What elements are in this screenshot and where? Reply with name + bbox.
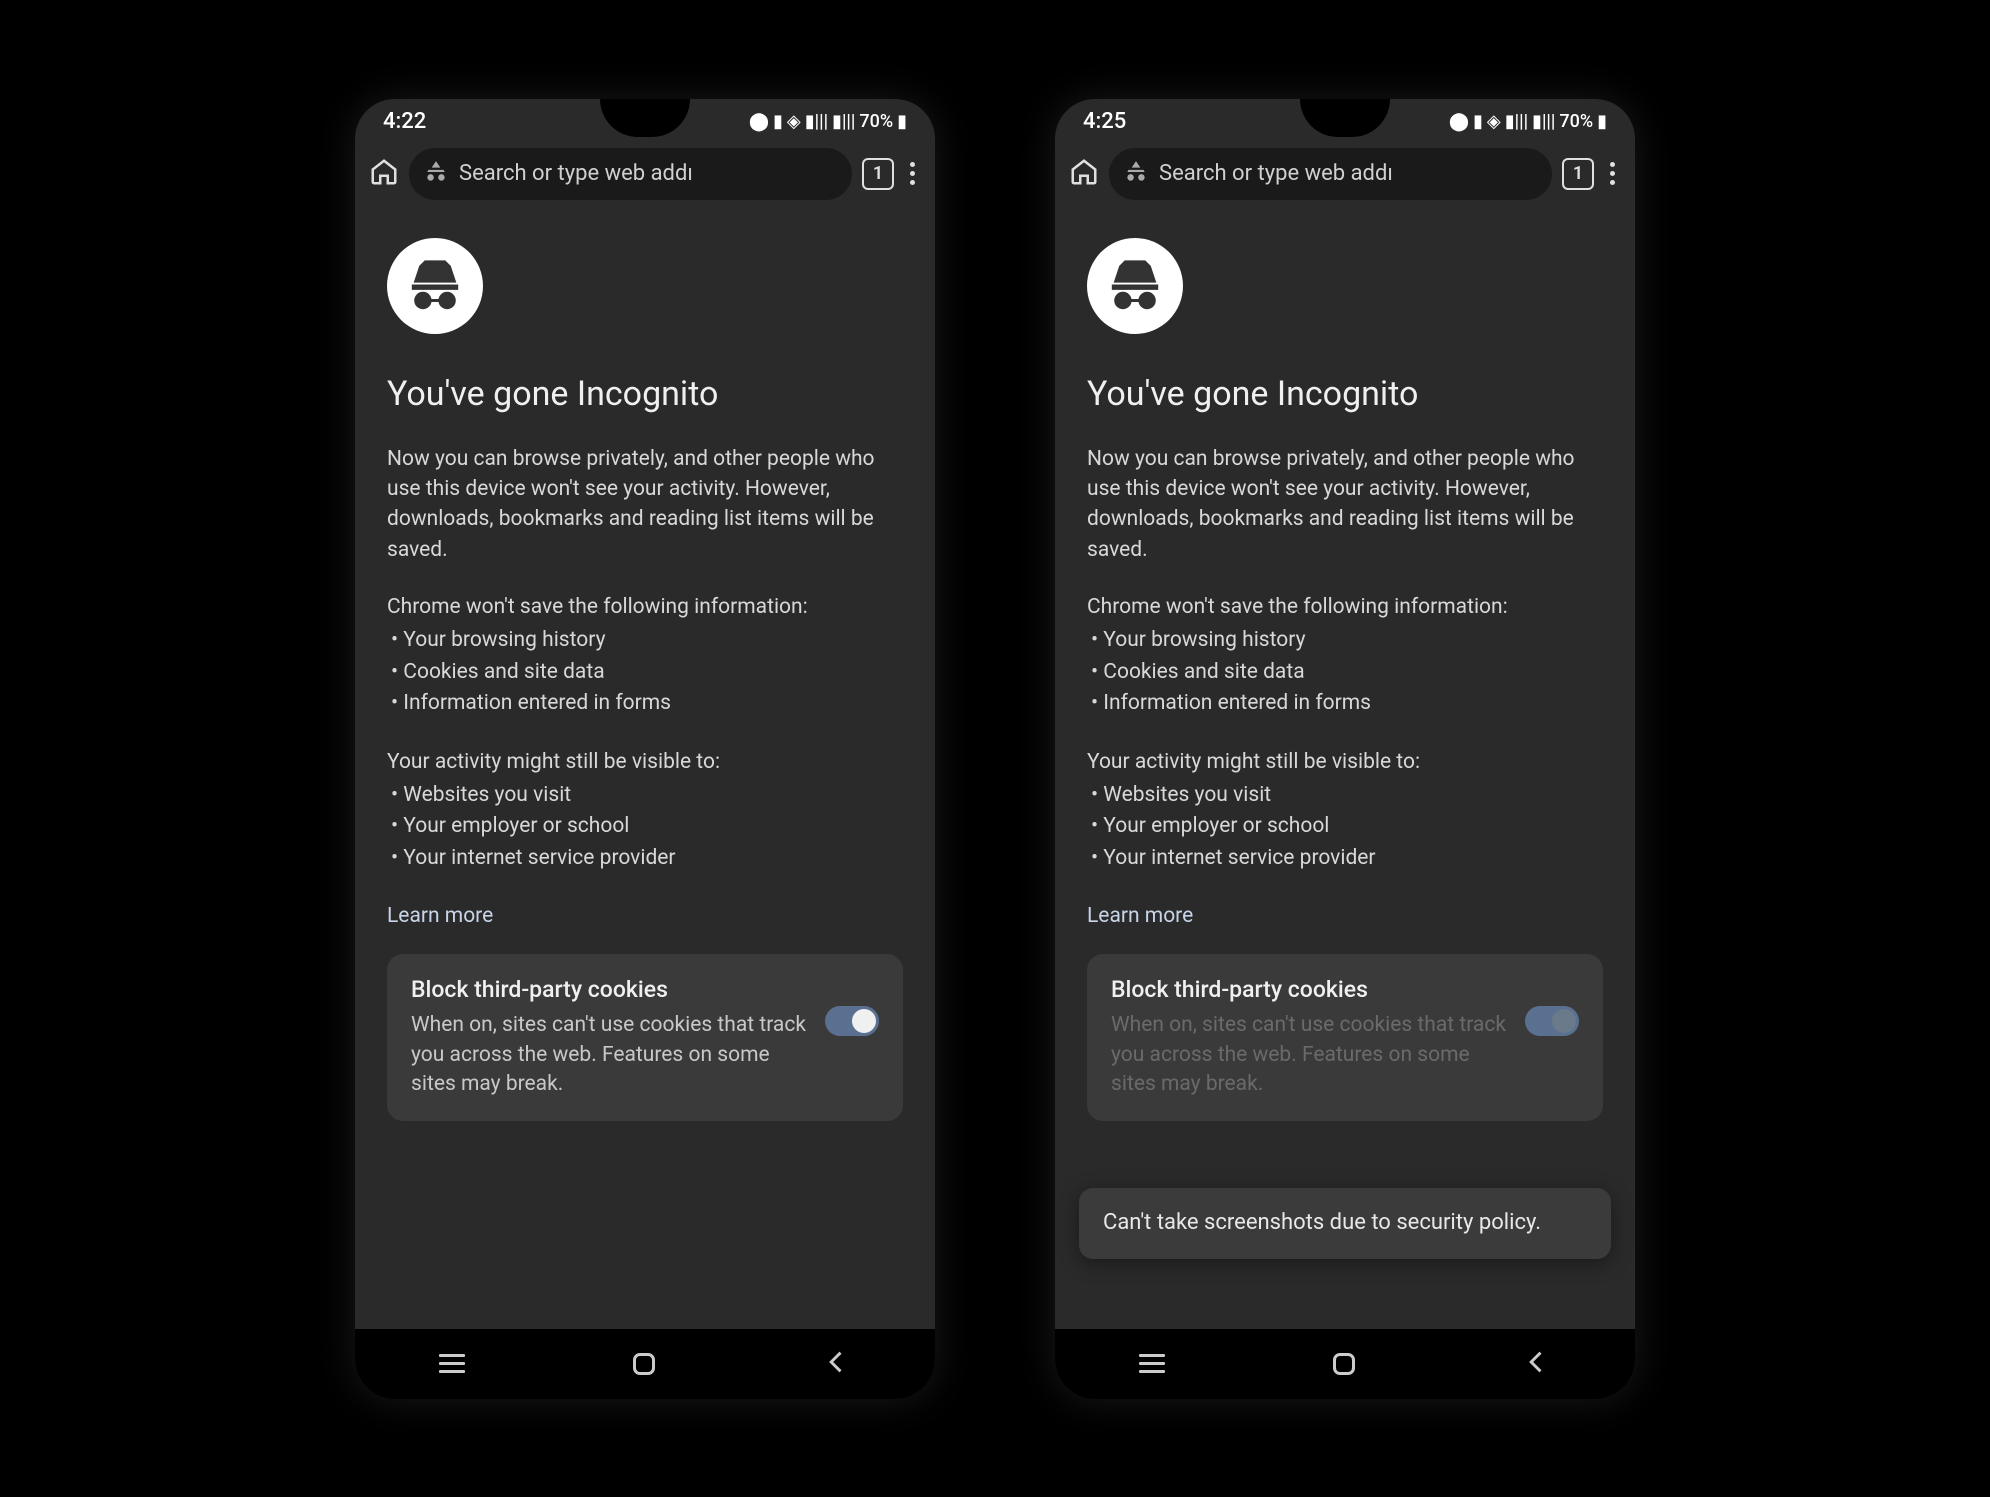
list-item: Your internet service provider — [391, 843, 903, 875]
list-item: Your internet service provider — [1091, 843, 1603, 875]
incognito-page: You've gone Incognito Now you can browse… — [355, 208, 935, 1142]
battery-text: 70% — [1559, 111, 1593, 132]
card-title: Block third-party cookies — [411, 976, 809, 1003]
signal-icon: ▮||| — [1505, 111, 1528, 132]
phone-right: 4:25 ⬤ ▮ ◈ ▮||| ▮||| 70% ▮ Search or typ… — [1055, 99, 1635, 1399]
battery-icon: ▮ — [897, 111, 907, 132]
block-cookies-card: Block third-party cookies When on, sites… — [387, 954, 903, 1121]
list-item: Cookies and site data — [1091, 657, 1603, 689]
page-title: You've gone Incognito — [387, 374, 903, 414]
block-cookies-toggle[interactable] — [825, 1006, 879, 1036]
page-title: You've gone Incognito — [1087, 374, 1603, 414]
address-bar[interactable]: Search or type web addı — [409, 148, 852, 200]
visible-list: Websites you visit Your employer or scho… — [1087, 780, 1603, 875]
back-button[interactable] — [1523, 1348, 1551, 1380]
voicemail-icon: ⬤ — [1449, 111, 1469, 132]
battery-text: 70% — [859, 111, 893, 132]
incognito-page: You've gone Incognito Now you can browse… — [1055, 208, 1635, 1142]
wont-save-heading: Chrome won't save the following informat… — [387, 595, 903, 619]
address-bar[interactable]: Search or type web addı — [1109, 148, 1552, 200]
list-item: Your browsing history — [1091, 625, 1603, 657]
battery-icon: ▮ — [1597, 111, 1607, 132]
tabs-count: 1 — [873, 163, 883, 184]
recents-button[interactable] — [439, 1354, 465, 1373]
wont-save-heading: Chrome won't save the following informat… — [1087, 595, 1603, 619]
list-item: Websites you visit — [391, 780, 903, 812]
signal-icon-2: ▮||| — [1532, 111, 1555, 132]
incognito-hero-icon — [1087, 238, 1183, 334]
overflow-menu-icon[interactable] — [1604, 156, 1621, 191]
visible-list: Websites you visit Your employer or scho… — [387, 780, 903, 875]
status-icons: ⬤ ▮ ◈ ▮||| ▮||| 70% ▮ — [749, 111, 907, 132]
toast-message: Can't take screenshots due to security p… — [1079, 1188, 1611, 1259]
wifi-icon: ◈ — [787, 111, 801, 132]
omnibox-placeholder: Search or type web addı — [1159, 161, 1393, 186]
list-item: Information entered in forms — [1091, 688, 1603, 720]
browser-toolbar: Search or type web addı 1 — [1055, 140, 1635, 208]
status-icons: ⬤ ▮ ◈ ▮||| ▮||| 70% ▮ — [1449, 111, 1607, 132]
visible-heading: Your activity might still be visible to: — [1087, 750, 1603, 774]
list-item: Websites you visit — [1091, 780, 1603, 812]
recents-button[interactable] — [1139, 1354, 1165, 1373]
system-nav-bar — [355, 1329, 935, 1399]
wifi-icon: ◈ — [1487, 111, 1501, 132]
home-button[interactable] — [1333, 1353, 1355, 1375]
home-button[interactable] — [633, 1353, 655, 1375]
card-title: Block third-party cookies — [1111, 976, 1509, 1003]
omnibox-placeholder: Search or type web addı — [459, 161, 693, 186]
system-nav-bar — [1055, 1329, 1635, 1399]
card-description: When on, sites can't use cookies that tr… — [1111, 1011, 1509, 1099]
block-cookies-toggle[interactable] — [1525, 1006, 1579, 1036]
incognito-icon — [423, 159, 449, 189]
home-icon[interactable] — [369, 157, 399, 191]
tabs-count: 1 — [1573, 163, 1583, 184]
overflow-menu-icon[interactable] — [904, 156, 921, 191]
wont-save-list: Your browsing history Cookies and site d… — [387, 625, 903, 720]
block-cookies-card: Block third-party cookies When on, sites… — [1087, 954, 1603, 1121]
card-description: When on, sites can't use cookies that tr… — [411, 1011, 809, 1099]
learn-more-link[interactable]: Learn more — [387, 904, 903, 928]
learn-more-link[interactable]: Learn more — [1087, 904, 1603, 928]
incognito-hero-icon — [387, 238, 483, 334]
list-item: Cookies and site data — [391, 657, 903, 689]
intro-text: Now you can browse privately, and other … — [387, 444, 903, 566]
phone-left: 4:22 ⬤ ▮ ◈ ▮||| ▮||| 70% ▮ Search or typ… — [355, 99, 935, 1399]
voicemail-icon: ⬤ — [749, 111, 769, 132]
back-button[interactable] — [823, 1348, 851, 1380]
home-icon[interactable] — [1069, 157, 1099, 191]
signal-icon: ▮||| — [805, 111, 828, 132]
list-item: Your employer or school — [391, 811, 903, 843]
status-time: 4:25 — [1083, 109, 1126, 134]
intro-text: Now you can browse privately, and other … — [1087, 444, 1603, 566]
nfc-icon: ▮ — [773, 111, 783, 132]
signal-icon-2: ▮||| — [832, 111, 855, 132]
browser-toolbar: Search or type web addı 1 — [355, 140, 935, 208]
incognito-icon — [1123, 159, 1149, 189]
status-time: 4:22 — [383, 109, 426, 134]
nfc-icon: ▮ — [1473, 111, 1483, 132]
tabs-button[interactable]: 1 — [1562, 158, 1594, 190]
visible-heading: Your activity might still be visible to: — [387, 750, 903, 774]
tabs-button[interactable]: 1 — [862, 158, 894, 190]
wont-save-list: Your browsing history Cookies and site d… — [1087, 625, 1603, 720]
list-item: Information entered in forms — [391, 688, 903, 720]
list-item: Your employer or school — [1091, 811, 1603, 843]
list-item: Your browsing history — [391, 625, 903, 657]
